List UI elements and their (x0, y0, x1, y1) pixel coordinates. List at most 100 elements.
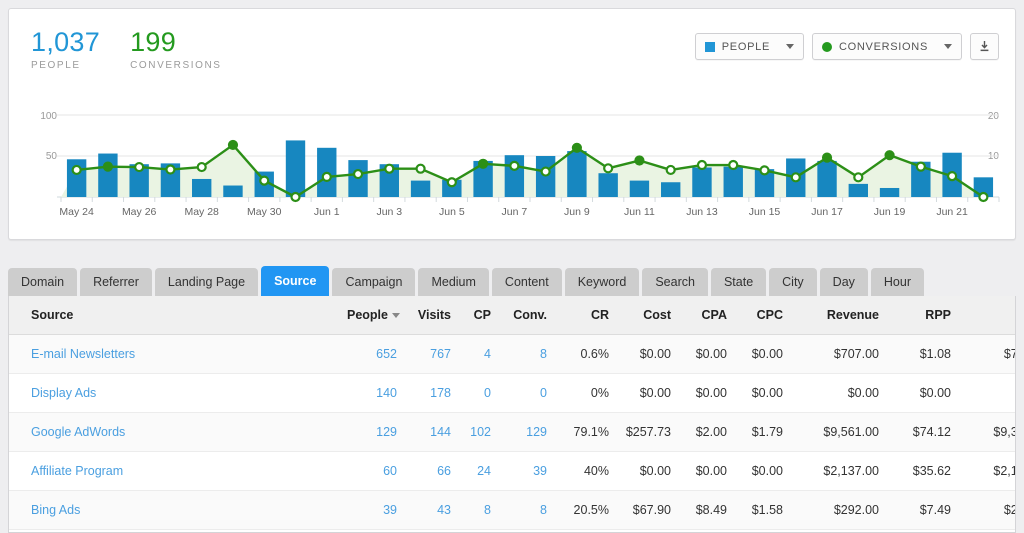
cell-visits: 43 (405, 490, 459, 529)
metric-link[interactable]: 39 (383, 503, 397, 517)
tab-day[interactable]: Day (820, 268, 868, 296)
source-link[interactable]: Bing Ads (31, 503, 80, 517)
tab-city[interactable]: City (769, 268, 817, 296)
cell-rpp: $35.62 (887, 451, 959, 490)
tab-medium[interactable]: Medium (418, 268, 488, 296)
cell-cr: 40% (555, 451, 617, 490)
column-header-cost[interactable]: Cost (617, 296, 679, 334)
metric-link[interactable]: 39 (533, 464, 547, 478)
column-header-conv[interactable]: Conv. (499, 296, 555, 334)
cell-source: Bing Ads (9, 490, 339, 529)
cell-cp: 4 (459, 334, 499, 373)
x-axis-tick-label: Jun 11 (624, 206, 655, 218)
column-header-label: CP (474, 308, 491, 322)
tab-referrer[interactable]: Referrer (80, 268, 152, 296)
metric-link[interactable]: 129 (526, 425, 547, 439)
column-header-cr[interactable]: CR (555, 296, 617, 334)
metrics-table: Source People Visits CP Conv.CRCost CPA CPC Rev… (9, 296, 1016, 530)
cell-revenue: $9,561.00 (791, 412, 887, 451)
column-header-label: People (347, 308, 388, 322)
metric-link[interactable]: 0 (540, 386, 547, 400)
summary-people: 1,037 PEOPLE (31, 27, 100, 71)
cell-rpp: $1.08 (887, 334, 959, 373)
metric-link[interactable]: 8 (540, 503, 547, 517)
dashboard-root: 1,037 PEOPLE 199 CONVERSIONS PEOPLE CONV… (0, 0, 1024, 533)
people-metric-selector[interactable]: PEOPLE (695, 33, 804, 60)
metric-link[interactable]: 24 (477, 464, 491, 478)
chart-controls: PEOPLE CONVERSIONS (695, 33, 999, 60)
cell-cp: 8 (459, 490, 499, 529)
x-axis-tick-label: Jun 5 (439, 206, 465, 218)
metric-link[interactable]: 652 (376, 347, 397, 361)
column-header-visits[interactable]: Visits (405, 296, 459, 334)
cell-profit: $0.00 (959, 373, 1016, 412)
table-row: Affiliate Program6066243940%$0.00$0.00$0… (9, 451, 1016, 490)
tab-source[interactable]: Source (261, 266, 329, 296)
cell-profit: $707.00 (959, 334, 1016, 373)
dimension-tabs: DomainReferrerLanding PageSourceCampaign… (8, 266, 927, 296)
metric-link[interactable]: 0 (484, 386, 491, 400)
column-header-source[interactable]: Source (9, 296, 339, 334)
analytics-chart-card: 1,037 PEOPLE 199 CONVERSIONS PEOPLE CONV… (8, 8, 1016, 240)
cell-rpp: $0.00 (887, 373, 959, 412)
cell-cr: 0.6% (555, 334, 617, 373)
tab-campaign[interactable]: Campaign (332, 268, 415, 296)
tab-search[interactable]: Search (642, 268, 708, 296)
column-header-revenue[interactable]: Revenue (791, 296, 887, 334)
cell-cp: 102 (459, 412, 499, 451)
metric-link[interactable]: 102 (470, 425, 491, 439)
tab-content[interactable]: Content (492, 268, 562, 296)
conversions-total-label: CONVERSIONS (130, 60, 222, 71)
metric-link[interactable]: 8 (540, 347, 547, 361)
column-header-people[interactable]: People (339, 296, 405, 334)
metric-link[interactable]: 60 (383, 464, 397, 478)
cell-conv: 8 (499, 334, 555, 373)
x-axis-tick-label: Jun 9 (564, 206, 590, 218)
metric-link[interactable]: 43 (437, 503, 451, 517)
cell-people: 39 (339, 490, 405, 529)
cell-cpc: $0.00 (735, 373, 791, 412)
cell-cpa: $0.00 (679, 334, 735, 373)
metric-link[interactable]: 4 (484, 347, 491, 361)
cell-people: 129 (339, 412, 405, 451)
column-header-label: Source (31, 308, 73, 322)
metric-link[interactable]: 767 (430, 347, 451, 361)
x-axis-tick-label: Jun 1 (314, 206, 340, 218)
table-row: Display Ads140178000%$0.00$0.00$0.00$0.0… (9, 373, 1016, 412)
column-header-label: Revenue (827, 308, 879, 322)
metric-link[interactable]: 144 (430, 425, 451, 439)
conversions-metric-label: CONVERSIONS (839, 41, 928, 53)
tab-state[interactable]: State (711, 268, 766, 296)
tab-domain[interactable]: Domain (8, 268, 77, 296)
column-header-rpp[interactable]: RPP (887, 296, 959, 334)
metric-link[interactable]: 129 (376, 425, 397, 439)
source-link[interactable]: E-mail Newsletters (31, 347, 135, 361)
column-header-cp[interactable]: CP (459, 296, 499, 334)
source-link[interactable]: Affiliate Program (31, 464, 123, 478)
column-header-cpa[interactable]: CPA (679, 296, 735, 334)
cell-cpa: $0.00 (679, 373, 735, 412)
table-row: E-mail Newsletters652767480.6%$0.00$0.00… (9, 334, 1016, 373)
conversions-metric-selector[interactable]: CONVERSIONS (812, 33, 962, 60)
tab-keyword[interactable]: Keyword (565, 268, 640, 296)
cell-cost: $0.00 (617, 451, 679, 490)
cell-source: Affiliate Program (9, 451, 339, 490)
metric-link[interactable]: 178 (430, 386, 451, 400)
tab-landing-page[interactable]: Landing Page (155, 268, 258, 296)
metric-link[interactable]: 140 (376, 386, 397, 400)
column-header-label: Visits (418, 308, 451, 322)
cell-profit: $9,303.27 (959, 412, 1016, 451)
column-header-profit[interactable]: Profit (959, 296, 1016, 334)
x-axis-tick-label: Jun 21 (936, 206, 968, 218)
metric-link[interactable]: 8 (484, 503, 491, 517)
source-link[interactable]: Display Ads (31, 386, 96, 400)
metric-link[interactable]: 66 (437, 464, 451, 478)
download-button[interactable] (970, 33, 999, 60)
column-header-label: CPA (702, 308, 727, 322)
source-link[interactable]: Google AdWords (31, 425, 125, 439)
tab-hour[interactable]: Hour (871, 268, 924, 296)
cell-cp: 24 (459, 451, 499, 490)
column-header-cpc[interactable]: CPC (735, 296, 791, 334)
metrics-table-card: Source People Visits CP Conv.CRCost CPA CPC Rev… (8, 296, 1016, 533)
x-axis-tick-label: May 28 (184, 206, 218, 218)
